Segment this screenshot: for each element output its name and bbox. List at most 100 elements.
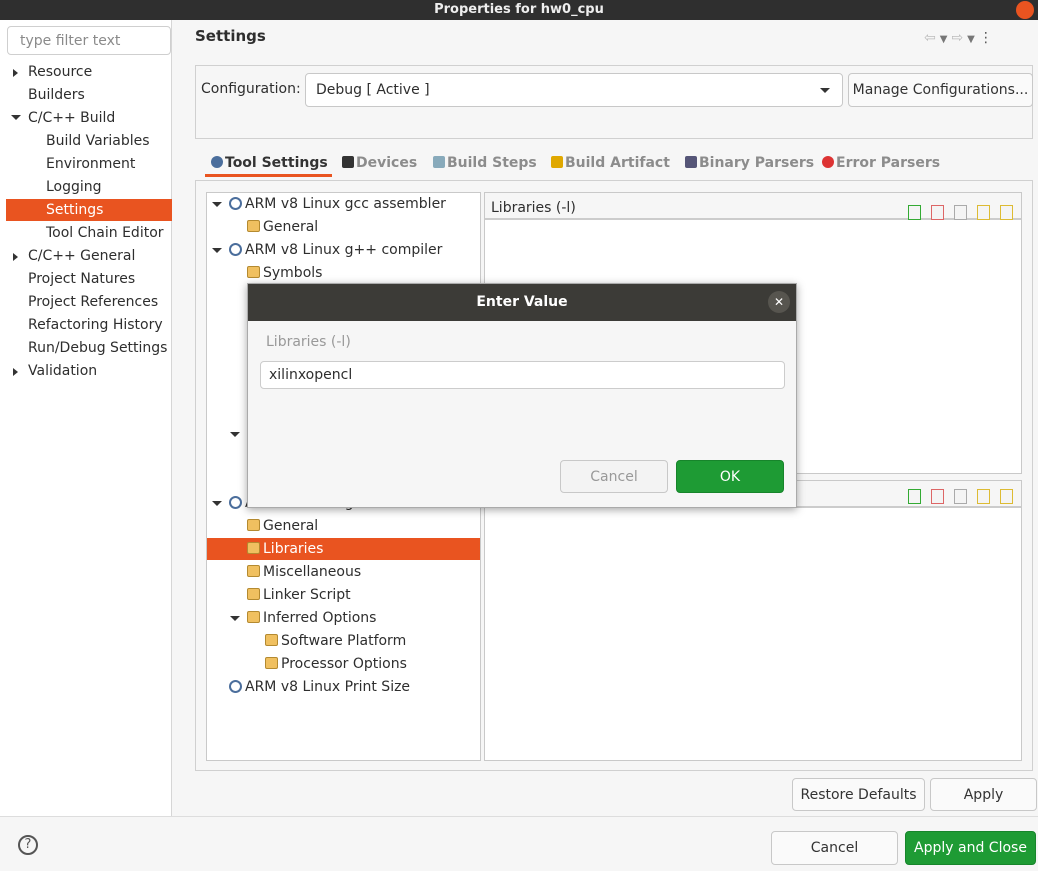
sidebar-item-label: Project Natures xyxy=(28,271,136,287)
libraries-pane-title: Libraries (-l) xyxy=(491,200,576,216)
tree-item[interactable]: ARM v8 Linux Print Size xyxy=(207,676,480,698)
option-folder-icon xyxy=(265,634,278,646)
sidebar-item-label: Validation xyxy=(28,363,98,379)
cancel-button[interactable]: Cancel xyxy=(771,831,898,865)
window-close-button[interactable] xyxy=(1016,1,1034,19)
collapsed-arrow-icon[interactable] xyxy=(13,69,18,77)
tree-item[interactable]: ARM v8 Linux g++ compiler xyxy=(207,239,480,261)
add-icon[interactable] xyxy=(908,205,921,220)
back-menu-icon[interactable]: ▼ xyxy=(940,34,952,45)
option-folder-icon xyxy=(247,519,260,531)
expanded-arrow-icon[interactable] xyxy=(212,202,222,207)
sidebar-item[interactable]: Settings xyxy=(6,199,172,221)
sidebar-item[interactable]: C/C++ Build xyxy=(6,107,172,129)
tree-item-label: Inferred Options xyxy=(263,610,377,626)
tree-item[interactable]: Inferred Options xyxy=(207,607,480,629)
sidebar-item[interactable]: Refactoring History xyxy=(6,314,172,336)
collapsed-arrow-icon[interactable] xyxy=(13,253,18,261)
tree-item[interactable]: General xyxy=(207,216,480,238)
forward-menu-icon[interactable]: ▼ xyxy=(967,34,979,45)
tree-item[interactable]: ARM v8 Linux gcc assembler xyxy=(207,193,480,215)
tab-tool-settings[interactable]: Tool Settings xyxy=(205,153,332,177)
sidebar-item[interactable]: Validation xyxy=(6,360,172,382)
tree-item-label: Software Platform xyxy=(281,633,407,649)
sidebar-item[interactable]: Resource xyxy=(6,61,172,83)
tree-item[interactable]: Linker Script xyxy=(207,584,480,606)
edit-icon[interactable] xyxy=(954,489,967,504)
back-icon[interactable]: ⇦ xyxy=(924,30,940,46)
tab-error-parsers[interactable]: Error Parsers xyxy=(822,153,940,177)
tab-label: Binary Parsers xyxy=(699,155,815,171)
sidebar-item[interactable]: Logging xyxy=(6,176,172,198)
tool-icon xyxy=(229,680,242,693)
tree-item[interactable]: General xyxy=(207,515,480,537)
delete-icon[interactable] xyxy=(931,205,944,220)
manage-configurations-button[interactable]: Manage Configurations... xyxy=(848,73,1033,107)
help-icon[interactable]: ? xyxy=(18,835,38,855)
dialog-cancel-button[interactable]: Cancel xyxy=(560,460,668,493)
sidebar-item-label: Environment xyxy=(46,156,136,172)
sidebar-item-label: Project References xyxy=(28,294,159,310)
tree-item-label: Linker Script xyxy=(263,587,351,603)
tree-item[interactable]: Libraries xyxy=(207,538,480,560)
option-folder-icon xyxy=(265,657,278,669)
tree-item-label: ARM v8 Linux g++ compiler xyxy=(245,242,443,258)
edit-icon[interactable] xyxy=(954,205,967,220)
tree-item-label: ARM v8 Linux gcc assembler xyxy=(245,196,446,212)
expanded-arrow-icon[interactable] xyxy=(230,616,240,621)
ok-button[interactable]: OK xyxy=(676,460,784,493)
sidebar-item[interactable]: Environment xyxy=(6,153,172,175)
sidebar-item[interactable]: Project Natures xyxy=(6,268,172,290)
sidebar-item[interactable]: Build Variables xyxy=(6,130,172,152)
forward-icon[interactable]: ⇨ xyxy=(951,30,967,46)
libraries-pane-header: Libraries (-l) xyxy=(485,193,1021,220)
sidebar-item[interactable]: Project References xyxy=(6,291,172,313)
sidebar-item[interactable]: Builders xyxy=(6,84,172,106)
sidebar-item-label: Logging xyxy=(46,179,102,195)
move-up-icon[interactable] xyxy=(977,205,990,220)
tree-item-label: Libraries xyxy=(263,541,324,557)
tab-binary-parsers[interactable]: Binary Parsers xyxy=(685,153,814,177)
tree-item[interactable]: Symbols xyxy=(207,262,480,284)
sidebar-item[interactable]: Run/Debug Settings xyxy=(6,337,172,359)
sidebar-item-label: Build Variables xyxy=(46,133,150,149)
configuration-select[interactable]: Debug [ Active ] xyxy=(305,73,843,107)
tree-item[interactable]: Miscellaneous xyxy=(207,561,480,583)
library-paths-pane xyxy=(484,480,1022,761)
tab-label: Devices xyxy=(356,155,418,171)
value-input[interactable]: xilinxopencl xyxy=(260,361,785,389)
restore-defaults-button[interactable]: Restore Defaults xyxy=(792,778,925,811)
sidebar-item-label: C/C++ Build xyxy=(28,110,116,126)
sidebar-item-label: Builders xyxy=(28,87,85,103)
collapsed-arrow-icon[interactable] xyxy=(13,368,18,376)
binary-icon xyxy=(685,156,697,168)
sidebar-item[interactable]: Tool Chain Editor xyxy=(6,222,172,244)
apply-and-close-button[interactable]: Apply and Close xyxy=(905,831,1036,865)
tab-build-artifact[interactable]: Build Artifact xyxy=(551,153,670,177)
move-down-icon[interactable] xyxy=(1000,205,1013,220)
tab-label: Build Steps xyxy=(447,155,537,171)
tool-icon xyxy=(229,197,242,210)
tab-build-steps[interactable]: Build Steps xyxy=(433,153,537,177)
expanded-arrow-icon[interactable] xyxy=(212,248,222,253)
more-icon[interactable]: ⋮ xyxy=(979,30,997,46)
close-icon[interactable]: ✕ xyxy=(768,291,790,313)
sidebar-item[interactable]: C/C++ General xyxy=(6,245,172,267)
tab-devices[interactable]: Devices xyxy=(342,153,417,177)
tool-settings-icon xyxy=(211,156,223,168)
move-up-icon[interactable] xyxy=(977,489,990,504)
expanded-arrow-icon[interactable] xyxy=(11,115,21,120)
sidebar-item-label: Settings xyxy=(46,202,104,218)
apply-button[interactable]: Apply xyxy=(930,778,1037,811)
window-titlebar: Properties for hw0_cpu xyxy=(0,0,1038,20)
expanded-arrow-icon[interactable] xyxy=(212,501,222,506)
delete-icon[interactable] xyxy=(931,489,944,504)
page-title: Settings xyxy=(195,27,266,45)
add-icon[interactable] xyxy=(908,489,921,504)
expanded-arrow-icon[interactable] xyxy=(230,432,240,437)
tree-item[interactable]: Software Platform xyxy=(207,630,480,652)
history-nav[interactable]: ⇦▼⇨▼⋮ xyxy=(924,30,997,46)
tree-item[interactable]: Processor Options xyxy=(207,653,480,675)
move-down-icon[interactable] xyxy=(1000,489,1013,504)
filter-input[interactable] xyxy=(7,26,171,55)
